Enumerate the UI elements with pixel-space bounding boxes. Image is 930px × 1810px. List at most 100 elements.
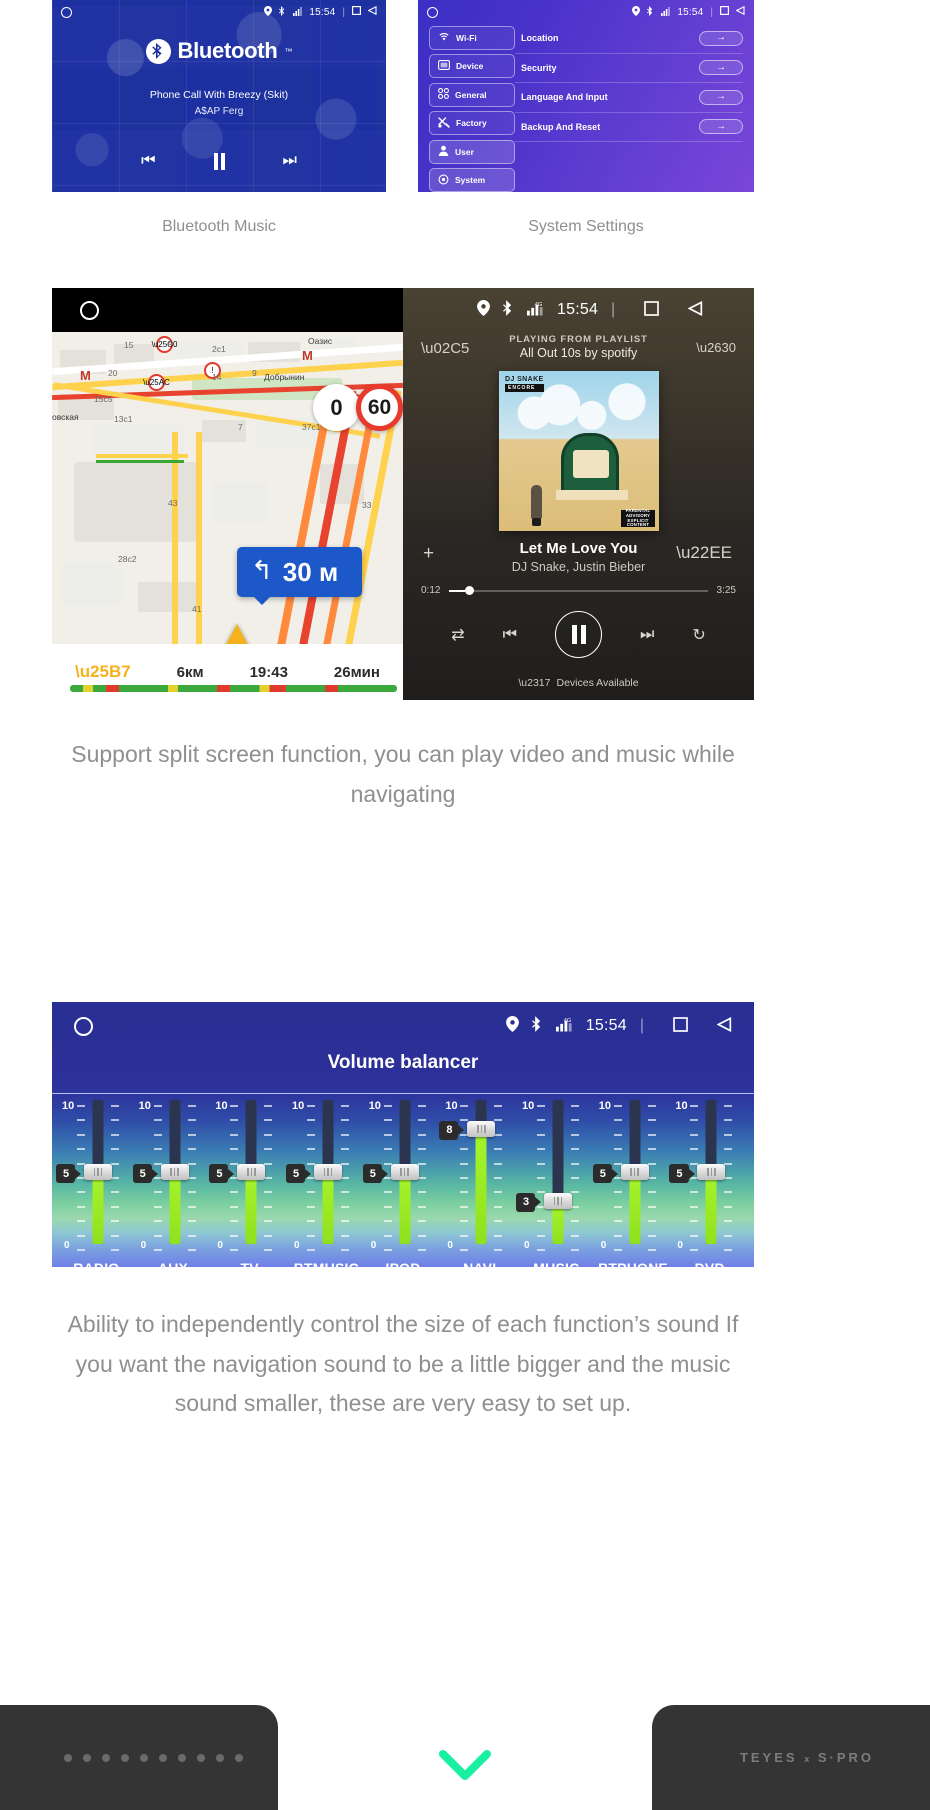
recents-icon[interactable] [673,1016,688,1036]
bt-pause-button[interactable] [213,152,225,170]
repeat-icon[interactable]: ↻ [692,625,705,645]
bt-previous-button[interactable]: ⏮ [141,152,155,170]
fader-btmusic[interactable]: 10 0 5 BTMUSIC [286,1094,365,1267]
signal-icon [661,6,671,19]
settings-row-backup-and-reset[interactable]: Backup And Reset → [515,113,743,142]
seek-bar[interactable] [449,586,708,595]
home-icon[interactable] [74,1016,93,1036]
settings-row-location[interactable]: Location → [515,24,743,54]
recents-icon[interactable] [352,6,362,18]
fader-radio[interactable]: 10 0 5 RADIO [56,1094,135,1267]
devices-available-row[interactable]: \u2317 Devices Available [403,677,754,689]
fader-aux[interactable]: 10 0 5 AUX [132,1094,212,1267]
shuffle-icon[interactable]: ⇄ [451,625,464,645]
recents-icon[interactable] [720,6,730,18]
navigate-icon[interactable]: \u25B7 [75,662,131,682]
footer-dot [121,1753,129,1762]
fader-fill [475,1128,487,1244]
settings-row-arrow[interactable]: → [699,60,743,76]
fader-value-badge: 8 [439,1120,465,1140]
player-transport-controls: ⇄ ⏮ ⏭ ↻ [403,611,754,658]
settings-category-label: System [455,175,486,186]
settings-detail-list: Location → Security → Language And Input… [515,24,754,192]
devices-icon: \u2317 [518,677,551,689]
next-icon[interactable]: ⏭ [640,626,654,644]
back-icon[interactable] [735,5,745,18]
maneuver-banner: ↰ 30 м [237,547,362,605]
map-label: Оазис [308,336,333,346]
settings-category-general[interactable]: General [429,82,515,107]
fader-knob[interactable] [160,1164,189,1180]
signal-icon [293,6,303,19]
footer-dots [64,1753,243,1762]
settings-category-device[interactable]: Device [429,54,515,79]
settings-row-arrow[interactable]: → [699,119,743,135]
home-icon[interactable] [80,300,99,320]
footer-dot [140,1753,148,1762]
fader-knob[interactable] [620,1164,649,1180]
pause-button[interactable] [555,611,602,658]
footer-dot [235,1753,243,1762]
back-icon[interactable] [716,1016,732,1036]
bluetooth-tile-caption: Bluetooth Music [162,218,276,235]
home-icon[interactable] [427,6,438,18]
fader-knob[interactable] [314,1164,343,1180]
settings-row-arrow[interactable]: → [699,89,743,105]
volume-header: 4G 15:54 | Volume balancer [52,1002,754,1093]
fader-fill [92,1172,104,1244]
recents-icon[interactable] [644,300,660,320]
brand-logo: TEYES x S·PRO [740,1750,874,1765]
previous-icon[interactable]: ⏮ [503,626,517,644]
map-canvas[interactable]: M M \u25C0 \u25AC \u25AC ! 15 4 20 2с1 1… [52,332,403,700]
home-icon[interactable] [61,6,72,18]
map-label: 41 [192,604,202,614]
settings-category-user[interactable]: User [429,139,515,164]
metro-icon: M [80,368,91,383]
settings-category-wifi[interactable]: Wi-Fi [429,26,515,50]
fader-knob[interactable] [84,1164,112,1180]
speed-indicators: 0 60 [313,384,403,431]
settings-category-system[interactable]: System [429,168,515,192]
fader-label: IPOD [365,1260,442,1267]
map-label: 33 [362,500,372,510]
fader-knob[interactable] [390,1164,419,1180]
current-speed-badge: 0 [313,384,360,431]
settings-row-label: Location [521,33,559,44]
fader-ipod[interactable]: 10 0 5 IPOD [362,1094,442,1267]
settings-row-arrow[interactable]: → [699,30,743,46]
volume-balancer-title: Volume balancer [327,1052,479,1073]
chevron-down-icon[interactable] [439,1750,491,1780]
fader-min-label: 0 [64,1240,70,1251]
footer-dot [102,1753,110,1762]
settings-category-factory[interactable]: Factory [429,111,515,136]
fader-track[interactable] [552,1100,564,1244]
volume-balancer-caption: Ability to independently control the siz… [67,1311,739,1417]
fader-btphone[interactable]: 10 0 5 BTPHONE [592,1094,672,1267]
back-icon[interactable] [687,300,703,320]
bt-statusbar: 15:54 | [52,0,386,24]
volume-clock: 15:54 [585,1017,627,1034]
user-icon [438,145,449,158]
fader-tv[interactable]: 10 0 5 TV [209,1094,288,1267]
fader-music[interactable]: 10 0 3 MUSIC [516,1094,595,1267]
fader-label: RADIO [58,1260,135,1267]
settings-category-label: Wi-Fi [456,32,477,43]
bt-next-button[interactable]: ⏭ [283,152,297,170]
fader-value-badge: 5 [286,1164,312,1183]
fader-knob[interactable] [237,1164,266,1180]
fader-value-badge: 5 [362,1164,388,1183]
settings-row-language-and-input[interactable]: Language And Input → [515,83,743,113]
bt-track-info: Phone Call With Breezy (Skit) A$AP Ferg [52,88,386,119]
bluetooth-wordmark: Bluetooth [177,38,278,63]
fader-knob[interactable] [467,1120,496,1137]
fader-navi[interactable]: 10 0 8 NAVI [439,1094,518,1267]
fader-fill [399,1172,411,1244]
back-icon[interactable] [367,5,377,18]
fader-knob[interactable] [697,1164,726,1180]
map-road-clear [96,460,184,463]
fader-dvd[interactable]: 10 0 5 DVD [669,1094,748,1267]
settings-row-security[interactable]: Security → [515,54,743,83]
artwork-figure [531,485,542,526]
volume-statusbar: 4G 15:54 | [52,1002,754,1050]
fader-knob[interactable] [544,1192,573,1209]
